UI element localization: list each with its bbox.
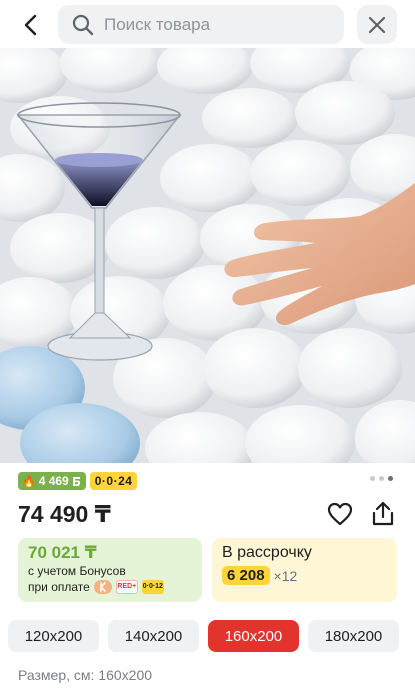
close-button[interactable] <box>357 5 397 44</box>
chevron-left-icon <box>24 14 37 36</box>
close-icon <box>368 16 386 33</box>
size-option[interactable]: 140x200 <box>108 620 199 652</box>
top-bar <box>0 0 415 48</box>
promo-badges: 🔥 4 469 0·0·24 <box>18 472 138 490</box>
installment-row: 6 208 ×12 <box>222 566 387 585</box>
installment-0-0-12-icon: 0·0·12 <box>141 580 164 594</box>
size-option[interactable]: 180x200 <box>308 620 399 652</box>
kaspi-icon <box>93 580 112 594</box>
bonus-price: 70 021 ₸ <box>28 543 97 562</box>
gallery-dot[interactable] <box>370 476 375 481</box>
share-icon <box>372 501 394 526</box>
heart-icon <box>327 502 353 526</box>
installment-badge: 0·0·24 <box>89 472 138 490</box>
payment-caption: при оплате <box>28 580 90 594</box>
favorite-button[interactable] <box>327 502 353 528</box>
product-price: 74 490 ₸ <box>18 501 111 527</box>
product-image[interactable] <box>0 48 415 463</box>
search-box[interactable] <box>58 5 344 44</box>
installment-amount: 6 208 <box>222 566 270 585</box>
search-icon <box>72 14 94 35</box>
bonus-amount: 4 469 <box>38 474 69 488</box>
installment-title: В рассрочку <box>222 544 312 561</box>
flame-icon: 🔥 <box>22 475 36 488</box>
gallery-dot-active[interactable] <box>388 476 393 481</box>
bonus-caption: с учетом Бонусов <box>28 564 126 578</box>
size-option-selected[interactable]: 160x200 <box>208 620 299 652</box>
installment-multiplier: ×12 <box>273 567 298 584</box>
bonus-badge: 🔥 4 469 <box>18 472 86 490</box>
size-selector: 120x200 140x200 160x200 180x200 <box>8 620 399 652</box>
payment-methods-row: при оплате RED+ 0·0·12 <box>28 579 192 595</box>
search-input[interactable] <box>104 14 324 35</box>
bonus-coin-icon <box>72 476 80 486</box>
share-button[interactable] <box>370 500 396 528</box>
bonus-price-card[interactable]: 70 021 ₸ с учетом Бонусов при оплате RED… <box>18 538 202 602</box>
size-caption: Размер, см: 160x200 <box>18 667 153 683</box>
back-button[interactable] <box>14 8 48 42</box>
gallery-dot[interactable] <box>379 476 384 481</box>
gallery-pagination <box>370 476 393 481</box>
size-option[interactable]: 120x200 <box>8 620 99 652</box>
installment-card[interactable]: В рассрочку 6 208 ×12 <box>212 538 397 602</box>
mattress-springs-photo <box>0 48 415 463</box>
red-plus-icon: RED+ <box>115 580 138 594</box>
